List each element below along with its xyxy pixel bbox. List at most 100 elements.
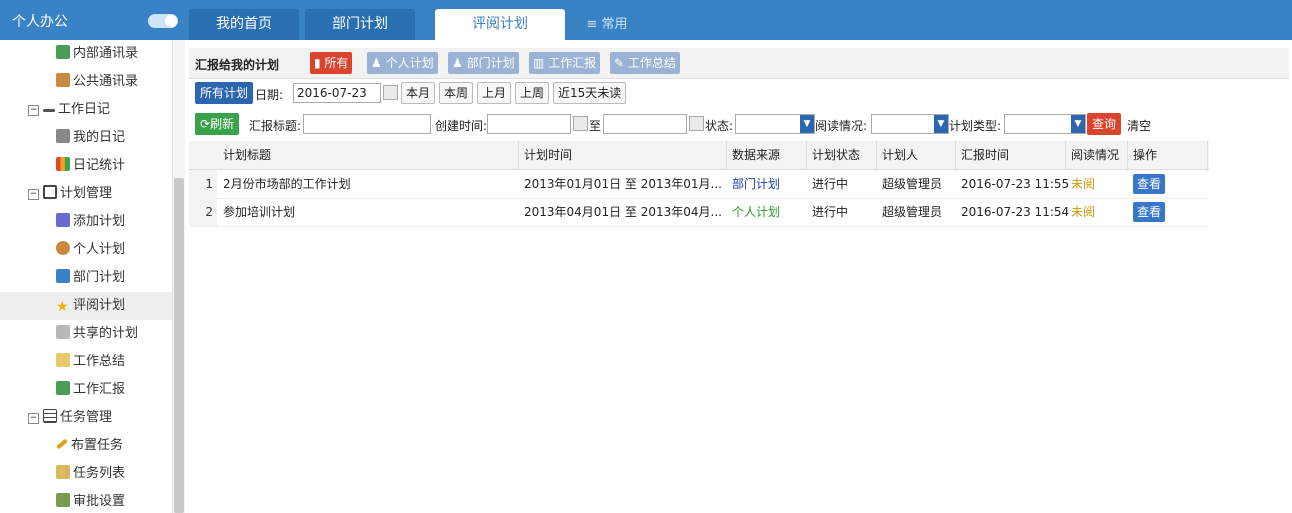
cell-time: 2013年04月01日 至 2013年04月... — [524, 205, 722, 219]
tab-home[interactable]: 我的首页 — [189, 9, 299, 40]
sidebar-item-public-contacts[interactable]: 公共通讯录 — [0, 68, 172, 96]
filter-dept-button[interactable]: ♟ 部门计划 — [448, 52, 519, 74]
plan-type-select[interactable]: ▼ — [1004, 114, 1086, 134]
file-icon: ▮ — [314, 56, 325, 70]
last-week-button[interactable]: 上周 — [515, 82, 550, 104]
table-row[interactable]: 2 参加培训计划 2013年04月01日 至 2013年04月... 个人计划 … — [189, 198, 1209, 227]
sidebar-toggle[interactable] — [148, 14, 178, 28]
sidebar-item-task-mgmt[interactable]: − 任务管理 — [0, 404, 172, 432]
view-button[interactable]: 查看 — [1133, 202, 1166, 222]
calendar-icon[interactable] — [573, 116, 588, 131]
this-month-button[interactable]: 本月 — [401, 82, 436, 104]
date-filter-bar: 所有计划 日期: 2016-07-23 本月 本周 上月 上周 近15天未读 — [189, 80, 1289, 108]
star-icon: ★ — [56, 299, 69, 315]
sidebar-item-personal-plan[interactable]: 个人计划 — [0, 236, 172, 264]
cell-person: 超级管理员 — [882, 177, 943, 191]
calendar-icon[interactable] — [689, 116, 704, 131]
row-number: 1 — [189, 170, 217, 198]
status-select[interactable]: ▼ — [735, 114, 815, 134]
tab-review-plan[interactable]: 评阅计划 — [435, 9, 565, 40]
cell-read: 未阅 — [1071, 205, 1096, 219]
col-source[interactable]: 数据来源 — [732, 141, 780, 169]
cell-title: 2月份市场部的工作计划 — [223, 177, 351, 191]
report-icon — [56, 381, 70, 395]
created-from-input[interactable] — [487, 114, 571, 134]
sidebar-item-plan-mgmt[interactable]: − 计划管理 — [0, 180, 172, 208]
view-button[interactable]: 查看 — [1133, 174, 1166, 194]
share-icon — [56, 325, 70, 339]
add-plan-icon — [56, 213, 70, 227]
filter-personal-button[interactable]: ♟ 个人计划 — [367, 52, 438, 74]
addressbook-icon — [56, 45, 70, 59]
last-month-button[interactable]: 上月 — [477, 82, 512, 104]
filter-all-button[interactable]: ▮ 所有 — [310, 52, 353, 74]
sidebar-item-work-diary[interactable]: − 工作日记 — [0, 96, 172, 124]
cell-source: 个人计划 — [732, 205, 781, 219]
tab-common[interactable]: ≡ 常用 — [577, 9, 637, 40]
col-status[interactable]: 计划状态 — [812, 141, 860, 169]
sidebar-item-work-report[interactable]: 工作汇报 — [0, 376, 172, 404]
summary-icon — [56, 353, 70, 367]
sidebar-item-internal-contacts[interactable]: 内部通讯录 — [0, 40, 172, 68]
cell-title: 参加培训计划 — [223, 205, 296, 219]
scrollbar-thumb[interactable] — [174, 178, 184, 513]
col-op[interactable]: 操作 — [1133, 141, 1157, 169]
task-list-icon — [56, 465, 70, 479]
sidebar-item-shared-plan[interactable]: 共享的计划 — [0, 320, 172, 348]
col-reported[interactable]: 汇报时间 — [961, 141, 1009, 169]
read-status-select[interactable]: ▼ — [871, 114, 949, 134]
pen-icon — [56, 438, 68, 450]
sidebar: 内部通讯录 公共通讯录 − 工作日记 我的日记 日记统计 − 计划管理 添加计划 个… — [0, 40, 173, 513]
query-button[interactable]: 查询 — [1087, 113, 1122, 135]
pencil-icon: ✎ — [614, 56, 628, 70]
report-title-input[interactable] — [303, 114, 431, 134]
filter-report-button[interactable]: ▥ 工作汇报 — [529, 52, 601, 74]
col-read[interactable]: 阅读情况 — [1071, 141, 1119, 169]
refresh-button[interactable]: ⟳刷新 — [195, 113, 240, 135]
this-week-button[interactable]: 本周 — [439, 82, 474, 104]
collapse-icon[interactable]: − — [28, 189, 39, 200]
pencil-icon — [43, 109, 55, 112]
table-row[interactable]: 1 2月份市场部的工作计划 2013年01月01日 至 2013年01月... … — [189, 170, 1209, 199]
collapse-icon[interactable]: − — [28, 413, 39, 424]
sidebar-item-diary-stats[interactable]: 日记统计 — [0, 152, 172, 180]
sidebar-item-add-plan[interactable]: 添加计划 — [0, 208, 172, 236]
col-title[interactable]: 计划标题 — [223, 141, 271, 169]
panel-title: 汇报给我的计划 — [195, 58, 280, 72]
unread-15days-button[interactable]: 近15天未读 — [553, 82, 627, 104]
approve-icon — [56, 493, 70, 507]
calendar-icon[interactable] — [383, 85, 398, 100]
report-title-label: 汇报标题: — [249, 119, 302, 133]
sidebar-item-task-list[interactable]: 任务列表 — [0, 460, 172, 488]
sidebar-item-dept-plan[interactable]: 部门计划 — [0, 264, 172, 292]
cell-read: 未阅 — [1071, 177, 1096, 191]
created-to-input[interactable] — [603, 114, 687, 134]
list-icon — [43, 409, 57, 423]
filter-summary-button[interactable]: ✎ 工作总结 — [610, 52, 680, 74]
sidebar-item-my-diary[interactable]: 我的日记 — [0, 124, 172, 152]
col-person[interactable]: 计划人 — [882, 141, 918, 169]
read-status-label: 阅读情况: — [815, 119, 868, 133]
sidebar-item-work-summary[interactable]: 工作总结 — [0, 348, 172, 376]
rownum-header — [189, 141, 217, 169]
date-field[interactable]: 2016-07-23 — [293, 83, 381, 103]
to-label: 至 — [589, 119, 602, 133]
status-label: 状态: — [705, 119, 734, 133]
app-header: 个人办公 — [0, 0, 185, 40]
edit-box-icon — [43, 185, 57, 199]
collapse-icon[interactable]: − — [28, 105, 39, 116]
cell-status: 进行中 — [812, 177, 849, 191]
clear-link[interactable]: 清空 — [1127, 117, 1151, 134]
sidebar-scrollbar[interactable] — [173, 40, 185, 513]
all-plans-button[interactable]: 所有计划 — [195, 82, 254, 104]
sidebar-item-assign-task[interactable]: 布置任务 — [0, 432, 172, 460]
group-icon: ♟ — [452, 56, 467, 70]
app-title: 个人办公 — [12, 14, 68, 30]
sidebar-item-review-plan[interactable]: ★ 评阅计划 — [0, 292, 172, 320]
chevron-down-icon: ▼ — [800, 115, 814, 133]
col-time[interactable]: 计划时间 — [524, 141, 572, 169]
search-filter-bar: ⟳刷新 汇报标题: 创建时间: 至 状态: ▼ 阅读情况: ▼ 计划类型: ▼ … — [189, 111, 1289, 139]
tab-dept-plan[interactable]: 部门计划 — [305, 9, 415, 40]
sidebar-item-approval-settings[interactable]: 审批设置 — [0, 488, 172, 513]
org-icon — [56, 269, 70, 283]
